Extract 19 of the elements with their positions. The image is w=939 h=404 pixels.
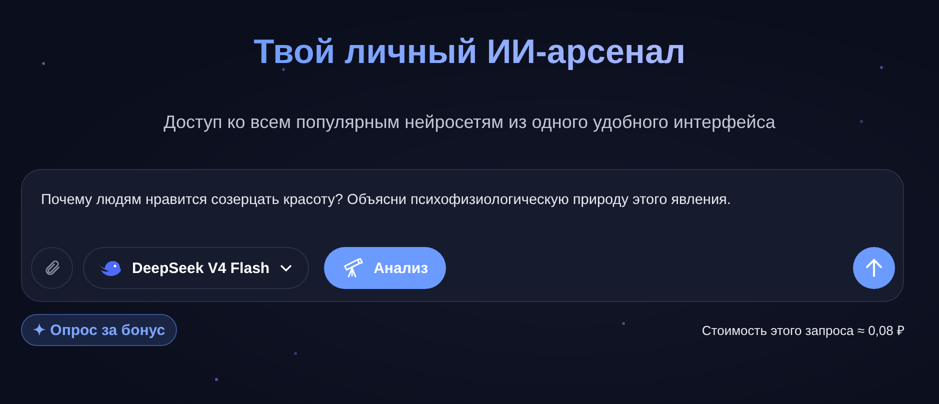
star-dot [294, 352, 297, 355]
send-button[interactable] [853, 247, 895, 289]
star-dot [860, 120, 863, 123]
whale-icon [98, 259, 122, 277]
star-dot [215, 378, 218, 381]
telescope-icon [342, 257, 364, 279]
request-cost: Стоимость этого запроса ≈ 0,08 ₽ [702, 322, 905, 339]
star-dot [282, 68, 285, 71]
model-selector[interactable]: DeepSeek V4 Flash [83, 247, 309, 289]
arrow-up-icon [865, 258, 883, 278]
paperclip-icon [43, 259, 61, 277]
prompt-text[interactable]: Почему людям нравится созерцать красоту? Объясни психофизиологическую природу этого явления. [41, 190, 731, 210]
attach-button[interactable] [31, 247, 73, 289]
star-dot [622, 322, 625, 325]
page-subtitle: Доступ ко всем популярным нейросетям из одного удобного интерфейса [164, 111, 776, 134]
survey-bonus-button[interactable]: ✦ Опрос за бонус [21, 314, 178, 346]
star-dot [42, 62, 45, 65]
chevron-down-icon [280, 264, 292, 272]
star-dot [880, 66, 883, 69]
